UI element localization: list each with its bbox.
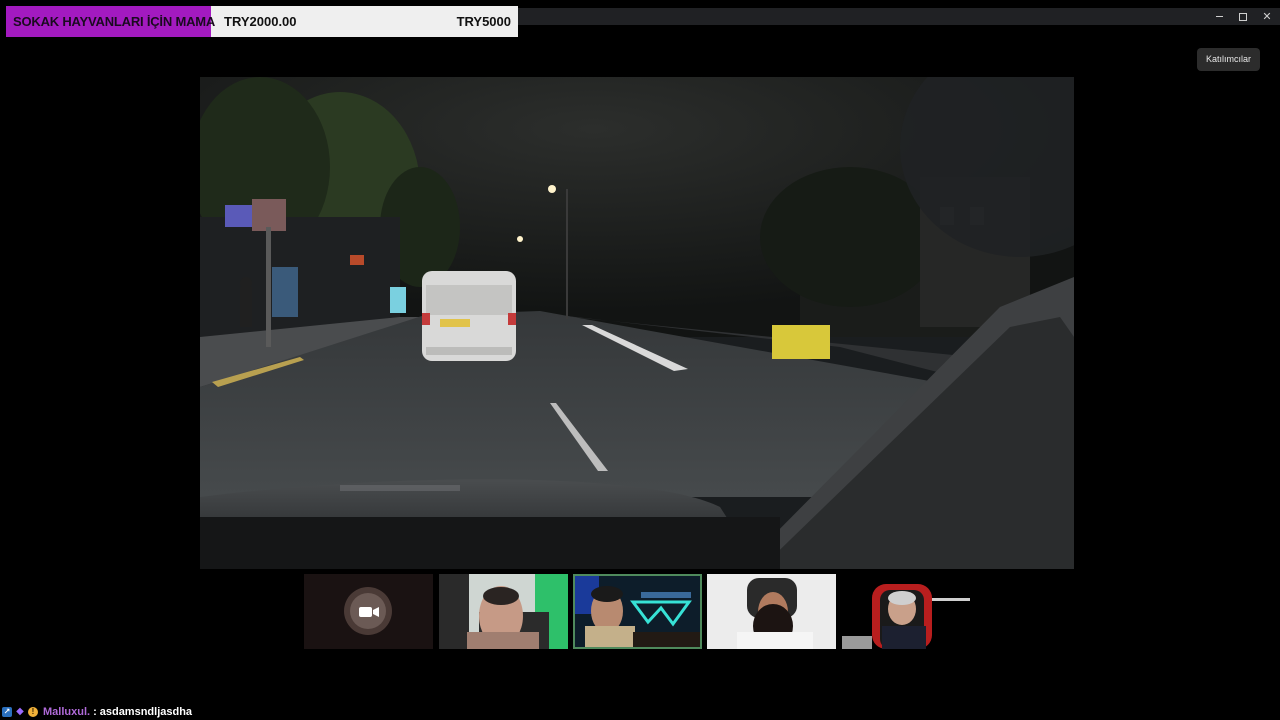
participant-video: [573, 574, 702, 649]
chat-text: asdamsndljasdha: [99, 705, 193, 718]
participant-thumbnail-active[interactable]: [573, 574, 702, 649]
gold-coin-icon: !: [28, 706, 38, 717]
donation-goal-target: TRY5000: [456, 14, 511, 29]
main-video-feed[interactable]: [200, 77, 1074, 569]
minimize-button[interactable]: [1214, 12, 1224, 22]
participant-thumbnail[interactable]: [707, 574, 836, 649]
maximize-icon: [1239, 12, 1247, 21]
video-camera-icon: [358, 606, 379, 617]
close-icon: ✕: [1262, 10, 1272, 23]
donation-goal-title: SOKAK HAYVANLARI İÇİN MAMA: [13, 14, 216, 29]
purple-diamond-icon: ◆: [16, 706, 24, 717]
window-titlebar: ✕: [518, 8, 1280, 25]
participant-thumbnail[interactable]: [439, 574, 568, 649]
donation-goal-bar: SOKAK HAYVANLARI İÇİN MAMA TRY2000.00 TR…: [6, 6, 518, 37]
chat-separator: :: [93, 705, 97, 718]
donation-goal-current: TRY2000.00: [224, 14, 297, 29]
participants-button[interactable]: Katılımcılar: [1197, 48, 1260, 71]
chat-message: ↗ ◆ ! Malluxul. : asdamsndljasdha: [0, 703, 1280, 720]
close-button[interactable]: ✕: [1262, 10, 1272, 23]
participant-video: [707, 574, 836, 649]
minimize-icon: [1215, 16, 1223, 17]
participant-thumbnail[interactable]: [842, 574, 971, 649]
maximize-button[interactable]: [1238, 12, 1248, 22]
chat-username[interactable]: Malluxul.: [43, 706, 90, 718]
participant-video: [842, 574, 971, 649]
participant-thumbnail[interactable]: [304, 574, 433, 649]
blue-badge-icon: ↗: [2, 706, 12, 717]
stream-screen: ✕ SOKAK HAYVANLARI İÇİN MAMA TRY2000.00 …: [0, 0, 1280, 720]
participant-video: [439, 574, 568, 649]
window-controls: ✕: [1214, 8, 1272, 25]
dashcam-scene: [200, 77, 1074, 569]
